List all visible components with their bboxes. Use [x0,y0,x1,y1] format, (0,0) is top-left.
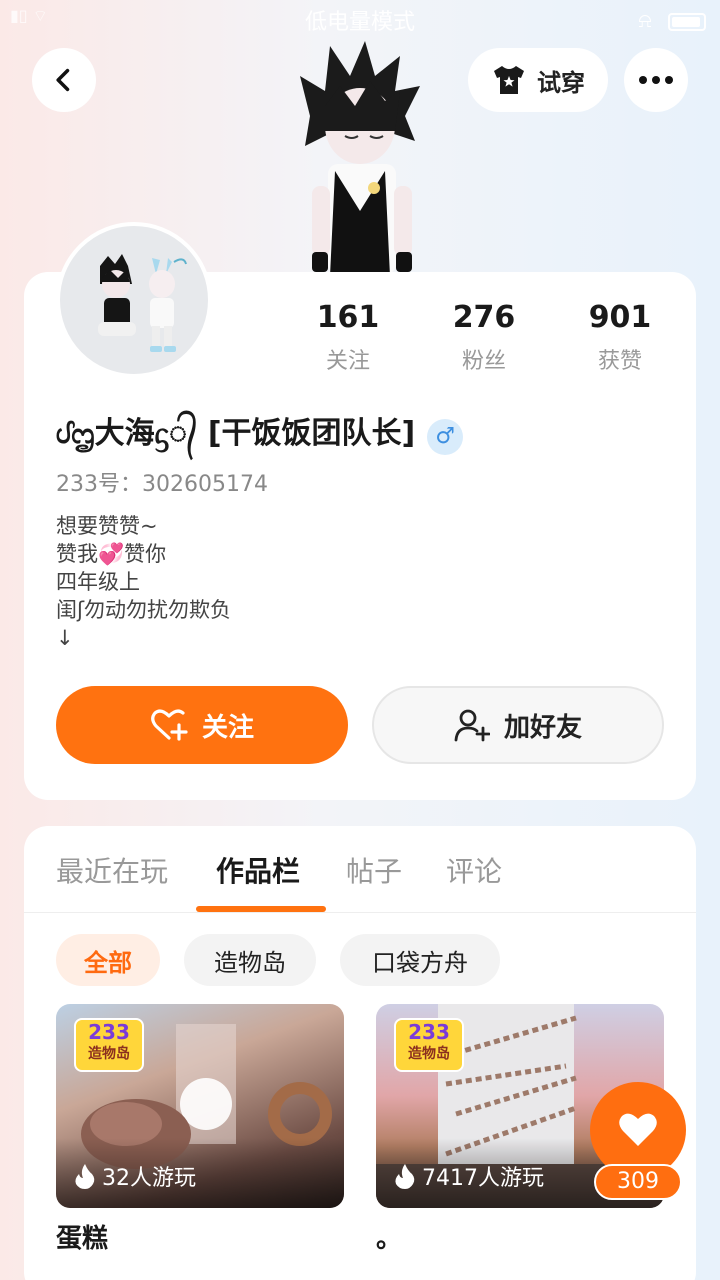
stat-likes[interactable]: 901 获赞 [560,300,680,375]
status-right: ⍾ [638,8,706,32]
heart-plus-icon [151,709,188,741]
bio-line: 闺ʃ勿动勿扰勿欺负 [56,598,232,622]
status-bar: ▮▯ ⌔ 低电量模式 ⍾ [0,0,720,36]
work-title[interactable]: 蛋糕 [56,1218,108,1255]
bio-line: 四年级上 [56,570,140,594]
heart-icon [619,1113,657,1146]
play-count: 7417人游玩 [394,1160,544,1192]
tab-posts[interactable]: 帖子 [346,850,402,890]
flame-icon [395,1164,415,1189]
233-badge: 233 造物岛 [74,1018,144,1072]
badge-label: 造物岛 [88,1046,130,1062]
avatar[interactable] [56,222,212,378]
gender-male-icon: ♂ [427,418,464,455]
stat-following-label: 关注 [325,349,370,374]
filter-pocket-ark[interactable]: 口袋方舟 [340,934,500,986]
battery-icon [668,12,706,31]
play-count-text: 7417人游玩 [422,1166,544,1191]
filter-all[interactable]: 全部 [56,934,160,986]
filter-creation-island[interactable]: 造物岛 [184,934,316,986]
stat-following[interactable]: 161 关注 [288,300,408,375]
stat-likes-label: 获赞 [597,349,642,374]
bio: 想要赞赞~ 赞我💞赞你 四年级上 闺ʃ勿动勿扰勿欺负 ↓ [56,512,231,652]
badge-number: 233 [408,1020,450,1044]
play-count-text: 32人游玩 [102,1166,196,1191]
bio-line: 想要赞赞~ [56,514,158,538]
chevron-left-icon [56,68,70,92]
hero-avatar-image [300,41,420,276]
follow-label: 关注 [201,712,254,743]
badge-number: 233 [88,1020,130,1044]
add-friend-button[interactable]: 加好友 [372,686,664,764]
stat-fans[interactable]: 276 粉丝 [424,300,544,375]
bio-line: 赞我💞赞你 [56,542,167,566]
flame-icon [75,1164,95,1189]
more-dots-icon [639,76,673,84]
more-button[interactable] [624,48,688,112]
back-button[interactable] [32,48,96,112]
alarm-icon: ⍾ [638,8,652,32]
battery-mode-text: 低电量模式 [304,10,415,35]
add-friend-label: 加好友 [503,712,582,743]
tab-comments[interactable]: 评论 [446,850,502,890]
nickname-text: ᦔᦗ大海ᦓ᭄ [干饭饭团队长] [56,416,416,451]
user-id[interactable]: 233号：302605174 [56,466,268,498]
badge-label: 造物岛 [408,1046,450,1062]
work-card[interactable]: 233 造物岛 32人游玩 [56,1004,344,1208]
tab-divider [24,912,696,913]
tab-recent[interactable]: 最近在玩 [56,850,168,890]
follow-button[interactable]: 关注 [56,686,348,764]
stat-fans-label: 粉丝 [461,349,506,374]
stat-fans-value: 276 [452,300,516,335]
work-title[interactable]: 。 [376,1218,402,1255]
try-on-label: 试穿 [537,68,585,97]
stat-likes-value: 901 [588,300,652,335]
bio-line: ↓ [56,626,74,650]
tab-works[interactable]: 作品栏 [216,850,300,890]
stat-following-value: 161 [316,300,380,335]
233-badge: 233 造物岛 [394,1018,464,1072]
play-count: 32人游玩 [74,1160,196,1192]
add-user-icon [454,709,490,742]
tshirt-icon [494,66,524,94]
nickname: ᦔᦗ大海ᦓ᭄ [干饭饭团队长] ♂ [56,408,464,465]
like-count-badge: 309 [594,1164,682,1200]
try-on-button[interactable]: 试穿 [468,48,608,112]
